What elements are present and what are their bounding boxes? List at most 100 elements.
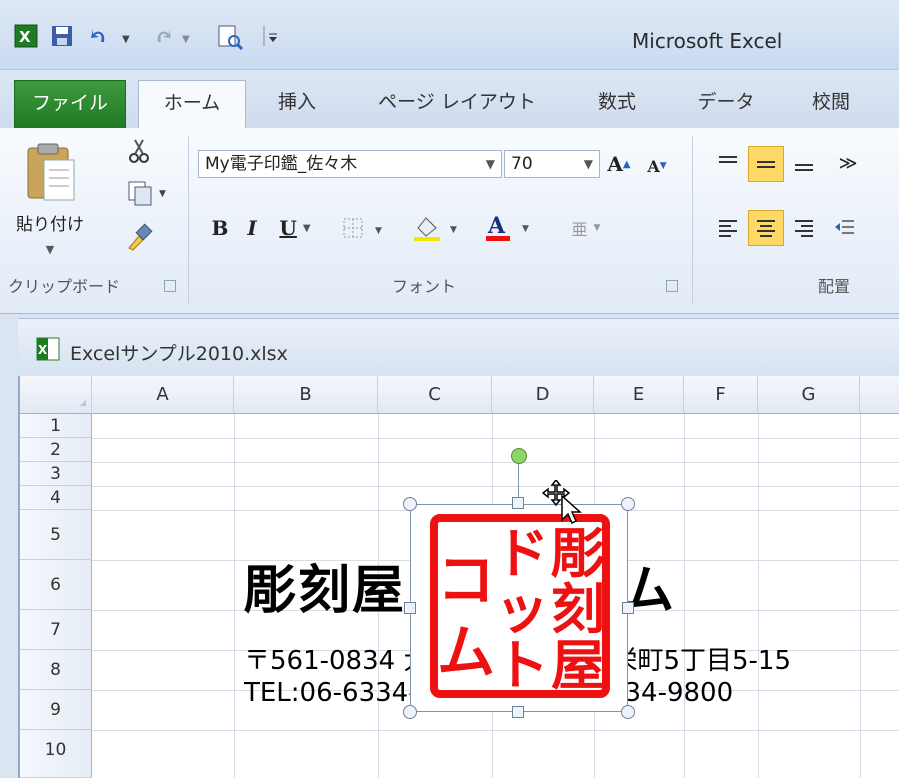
align-middle-icon[interactable] — [748, 146, 784, 182]
app-title: Microsoft Excel — [632, 29, 783, 53]
column-header-b[interactable]: B — [234, 376, 378, 414]
svg-text:▼: ▼ — [522, 224, 529, 234]
tab-review[interactable]: 校閲 — [796, 80, 866, 128]
ribbon: 貼り付け ▼ ▼ クリップボード My電子印鑑_佐々木 ▼ 70 ▼ A ▲ A ▼… — [0, 128, 899, 314]
column-header-e[interactable]: E — [594, 376, 684, 414]
font-name-dropdown-icon[interactable]: ▼ — [486, 151, 495, 177]
resize-handle-top[interactable] — [512, 497, 524, 509]
group-divider — [188, 136, 189, 304]
row-header-1[interactable]: 1 — [20, 414, 92, 438]
column-header-c[interactable]: C — [378, 376, 492, 414]
orientation-icon[interactable]: ≫ — [830, 148, 866, 178]
resize-handle-top-right[interactable] — [621, 497, 635, 511]
tab-home[interactable]: ホーム — [138, 80, 246, 128]
row-header-8[interactable]: 8 — [20, 650, 92, 690]
undo-icon[interactable]: ▼ — [88, 24, 138, 50]
group-divider — [692, 136, 693, 304]
align-center-icon[interactable] — [748, 210, 784, 246]
paste-dropdown-icon[interactable]: ▼ — [46, 243, 54, 256]
stamp-char: ッ — [495, 578, 549, 641]
font-color-icon[interactable]: A ▼ — [482, 212, 546, 244]
print-preview-icon[interactable] — [216, 24, 246, 51]
rotation-handle[interactable] — [511, 448, 527, 464]
borders-icon[interactable]: ▼ — [340, 212, 396, 244]
clipboard-icon — [27, 143, 75, 201]
row-header-9[interactable]: 9 — [20, 690, 92, 730]
gridline — [92, 486, 899, 487]
worksheet-grid[interactable]: A B C D E F G 1 2 3 4 5 6 7 8 9 10 彫刻屋ドッ… — [18, 376, 899, 778]
column-header-a[interactable]: A — [92, 376, 234, 414]
row-header-6[interactable]: 6 — [20, 560, 92, 610]
tab-formulas[interactable]: 数式 — [582, 80, 652, 128]
select-all-corner[interactable] — [20, 376, 92, 414]
decrease-indent-icon[interactable] — [830, 212, 860, 244]
align-bottom-icon[interactable] — [790, 148, 818, 178]
bold-icon[interactable]: B — [206, 212, 234, 244]
column-header-f[interactable]: F — [684, 376, 758, 414]
copy-icon[interactable]: ▼ — [124, 178, 176, 208]
svg-text:X: X — [19, 28, 31, 46]
resize-handle-left[interactable] — [404, 602, 416, 614]
resize-handle-bottom-right[interactable] — [621, 705, 635, 719]
svg-text:X: X — [38, 343, 48, 357]
save-icon[interactable] — [50, 24, 74, 50]
row-header-2[interactable]: 2 — [20, 438, 92, 462]
row-header-4[interactable]: 4 — [20, 486, 92, 510]
stamp-char: ム — [437, 618, 495, 686]
resize-handle-bottom-left[interactable] — [403, 705, 417, 719]
stamp-seal[interactable]: 彫 刻 屋 ド ッ ト コ ム — [430, 514, 610, 698]
workbook-title-bar[interactable]: X Excelサンプル2010.xlsx — [18, 318, 899, 376]
excel-app-icon[interactable]: X — [14, 24, 38, 50]
svg-text:A: A — [487, 213, 506, 239]
gridline — [684, 414, 685, 778]
row-header-5[interactable]: 5 — [20, 510, 92, 560]
stamp-char: コ — [437, 546, 495, 614]
workbook-filename: Excelサンプル2010.xlsx — [70, 343, 288, 365]
resize-handle-bottom[interactable] — [512, 706, 524, 718]
tab-file[interactable]: ファイル — [14, 80, 126, 128]
excel-file-icon: X — [36, 337, 60, 361]
column-header-h[interactable] — [860, 376, 899, 414]
row-header-10[interactable]: 10 — [20, 730, 92, 778]
clipboard-launcher-icon[interactable] — [164, 280, 176, 292]
align-right-icon[interactable] — [790, 212, 818, 244]
title-bar: X ▼ ▼ Microsoft Excel — [0, 0, 899, 70]
column-header-d[interactable]: D — [492, 376, 594, 414]
format-painter-icon[interactable] — [124, 220, 154, 254]
font-launcher-icon[interactable] — [666, 280, 678, 292]
underline-icon[interactable]: U ▼ — [270, 212, 320, 244]
tab-data[interactable]: データ — [686, 80, 766, 128]
font-name-combo[interactable]: My電子印鑑_佐々木 ▼ — [198, 150, 502, 178]
gridline — [234, 414, 235, 778]
font-size-dropdown-icon[interactable]: ▼ — [584, 151, 593, 177]
italic-icon[interactable]: I — [238, 212, 266, 244]
align-left-icon[interactable] — [714, 212, 742, 244]
row-header-3[interactable]: 3 — [20, 462, 92, 486]
grow-font-icon[interactable]: A ▲ — [602, 150, 636, 178]
align-top-icon[interactable] — [714, 148, 742, 178]
resize-handle-top-left[interactable] — [403, 497, 417, 511]
move-cursor-icon — [542, 480, 582, 524]
redo-icon[interactable]: ▼ — [150, 24, 200, 50]
cut-icon[interactable] — [124, 136, 154, 166]
row-header-7[interactable]: 7 — [20, 610, 92, 650]
customize-qat-icon[interactable] — [262, 24, 280, 50]
svg-text:▼: ▼ — [122, 34, 130, 45]
stamp-char: 刻 — [551, 578, 605, 641]
paste-label: 貼り付け — [16, 215, 84, 235]
phonetic-guide-icon[interactable]: 亜 ▼ — [562, 212, 610, 244]
paste-button[interactable]: 貼り付け ▼ — [10, 134, 90, 264]
font-size-combo[interactable]: 70 ▼ — [504, 150, 600, 178]
fill-color-icon[interactable]: ▼ — [410, 212, 474, 244]
stamp-char: ド — [495, 522, 549, 585]
tab-insert[interactable]: 挿入 — [262, 80, 332, 128]
font-name-value: My電子印鑑_佐々木 — [205, 154, 358, 174]
gridline — [92, 462, 899, 463]
font-group-label: フォント — [392, 277, 457, 296]
shrink-font-icon[interactable]: A ▼ — [640, 152, 674, 180]
tab-page-layout[interactable]: ページ レイアウト — [372, 80, 542, 128]
column-header-g[interactable]: G — [758, 376, 860, 414]
resize-handle-right[interactable] — [622, 602, 634, 614]
svg-text:▼: ▼ — [159, 189, 166, 199]
gridline — [92, 438, 899, 439]
